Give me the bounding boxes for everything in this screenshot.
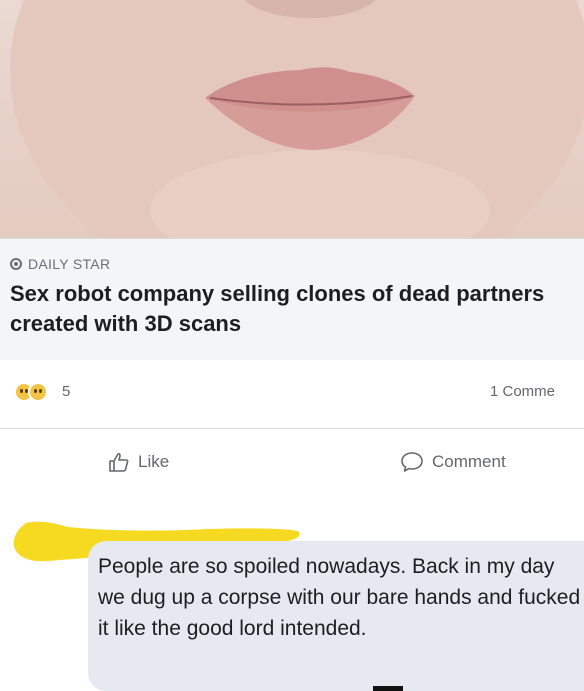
reaction-count[interactable]: 5 [62,383,70,400]
speech-bubble-icon [401,452,423,472]
link-source: DAILY STAR [10,256,110,272]
like-label: Like [138,452,170,471]
post-image[interactable] [0,0,584,238]
haha-reaction-icon [28,382,48,402]
source-name: DAILY STAR [28,256,111,272]
thumbs-up-icon [109,452,129,472]
reactions-bar: 5 1 Comme [0,360,584,428]
comment-button[interactable]: Comment [400,451,506,473]
like-button[interactable]: Like [108,451,169,473]
comment-section: People are so spoiled nowadays. Back in … [0,499,584,691]
comment-count[interactable]: 1 Comme [490,383,555,400]
reaction-emojis[interactable] [14,382,48,402]
post-actions: Like Comment [0,429,584,499]
link-preview[interactable]: DAILY STAR Sex robot company selling clo… [0,238,584,361]
link-headline[interactable]: Sex robot company selling clones of dead… [10,279,550,339]
comment-label: Comment [432,452,506,471]
comment-text: People are so spoiled nowadays. Back in … [98,555,581,640]
face-photo [10,0,584,238]
source-icon [10,258,22,270]
cursor-fragment [373,686,403,691]
